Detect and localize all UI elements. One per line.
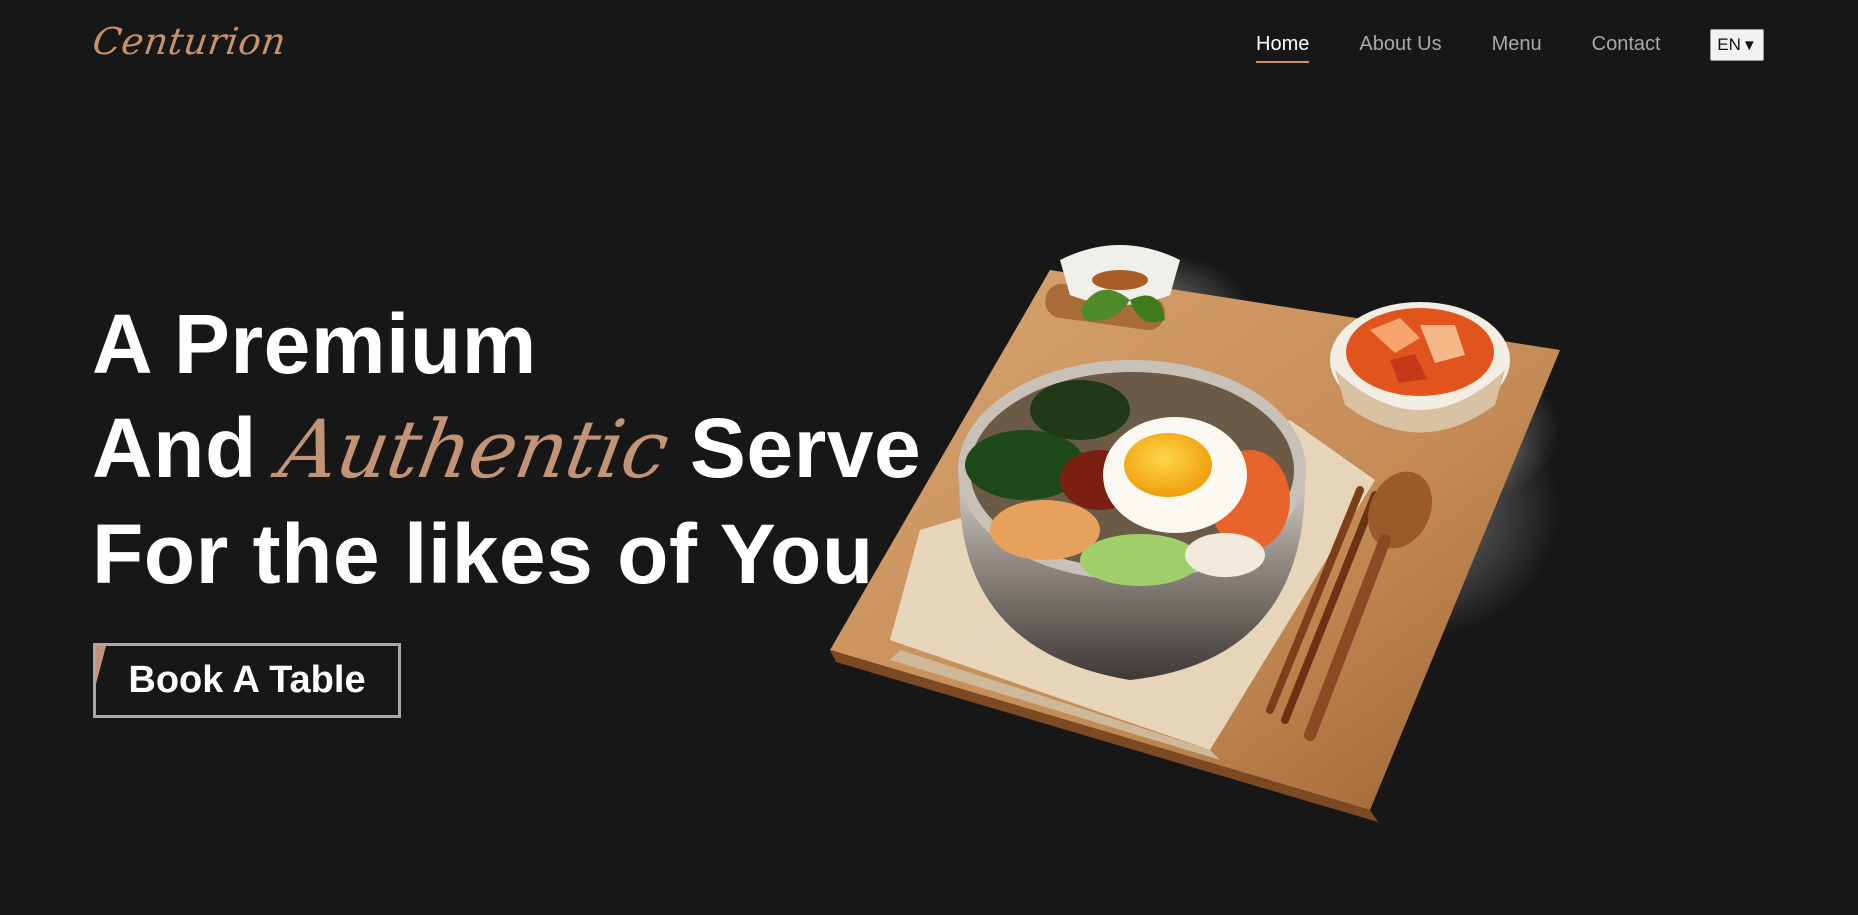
nav-item-home[interactable]: Home <box>1256 30 1310 63</box>
hero-line-3: For the likes of You <box>92 507 874 601</box>
hero-food-image <box>830 245 1560 822</box>
nav-item-menu[interactable]: Menu <box>1492 30 1542 61</box>
hero-line-1: A Premium <box>92 297 537 391</box>
brand-logo[interactable]: Centurion <box>90 20 289 63</box>
language-label: EN <box>1717 35 1741 54</box>
nav-item-about-us[interactable]: About Us <box>1359 30 1441 61</box>
landing-page: Centurion Home About Us Menu Contact EN ▼… <box>0 0 1858 915</box>
hero-highlight-word: Authentic <box>272 403 675 496</box>
hero-heading: A Premium And Authentic Serve For the li… <box>92 292 921 606</box>
hero-line-2: And Authentic Serve <box>92 396 921 502</box>
main-nav: Home About Us Menu Contact <box>1256 30 1711 63</box>
nav-item-contact[interactable]: Contact <box>1592 30 1661 61</box>
caret-down-icon: ▼ <box>1741 36 1757 54</box>
hero-line-2-prefix: And <box>92 401 257 495</box>
kimchi-bowl <box>1330 302 1510 433</box>
language-select[interactable]: EN ▼ <box>1710 29 1764 61</box>
book-a-table-button[interactable]: Book A Table <box>93 643 401 718</box>
book-a-table-label: Book A Table <box>128 659 366 701</box>
